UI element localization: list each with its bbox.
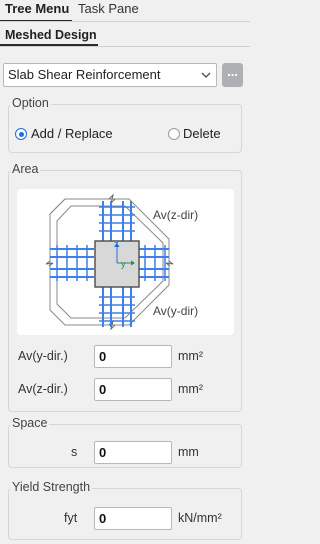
av-y-unit: mm² — [178, 349, 203, 363]
design-type-select-value: Slab Shear Reinforcement — [8, 67, 161, 82]
av-y-dir-label: Av(y-dir) — [153, 304, 198, 318]
tab-tree-menu[interactable]: Tree Menu — [0, 0, 72, 22]
space-input[interactable]: 0 — [94, 441, 172, 464]
chevron-down-icon — [201, 72, 211, 78]
shear-reinforcement-diagram: z y Av(z-dir) Av(y-dir) — [17, 189, 234, 335]
space-group-title: Space — [10, 416, 50, 430]
av-z-input[interactable]: 0 — [94, 378, 172, 401]
radio-add-replace-indicator[interactable] — [15, 128, 27, 140]
tab-divider — [0, 21, 250, 22]
fyt-input[interactable]: 0 — [94, 507, 172, 530]
av-z-unit: mm² — [178, 382, 203, 396]
fyt-unit: kN/mm² — [178, 511, 222, 525]
tab-meshed-design[interactable]: Meshed Design — [0, 24, 98, 46]
space-label: s — [71, 445, 78, 459]
break-mark-left — [45, 260, 54, 267]
av-z-label: Av(z-dir.) — [18, 382, 68, 396]
radio-add-replace[interactable]: Add / Replace — [15, 125, 125, 143]
radio-add-replace-label: Add / Replace — [31, 126, 113, 141]
more-options-button[interactable]: ... — [222, 63, 243, 87]
av-y-input[interactable]: 0 — [94, 345, 172, 368]
fyt-label: fyt — [64, 511, 78, 525]
break-mark-right — [165, 260, 174, 267]
reinforcement-diagram-svg: z y Av(z-dir) Av(y-dir) — [45, 193, 198, 331]
axis-z-label: z — [114, 239, 119, 249]
tab-task-pane[interactable]: Task Pane — [72, 0, 152, 22]
area-group-title: Area — [10, 162, 41, 176]
radio-delete[interactable]: Delete — [168, 125, 238, 143]
radio-delete-indicator[interactable] — [168, 128, 180, 140]
av-z-dir-label: Av(z-dir) — [153, 208, 198, 222]
axis-y-label: y — [121, 259, 126, 269]
av-y-label: Av(y-dir.) — [18, 349, 68, 363]
slab-outline-left — [49, 198, 66, 215]
option-group-title: Option — [10, 96, 51, 110]
radio-delete-label: Delete — [183, 126, 221, 141]
top-tab-bar: Tree Menu Task Pane — [0, 0, 250, 22]
yield-strength-title: Yield Strength — [10, 480, 93, 494]
design-type-select[interactable]: Slab Shear Reinforcement — [3, 63, 217, 87]
subtab-divider — [0, 46, 250, 47]
space-unit: mm — [178, 445, 199, 459]
